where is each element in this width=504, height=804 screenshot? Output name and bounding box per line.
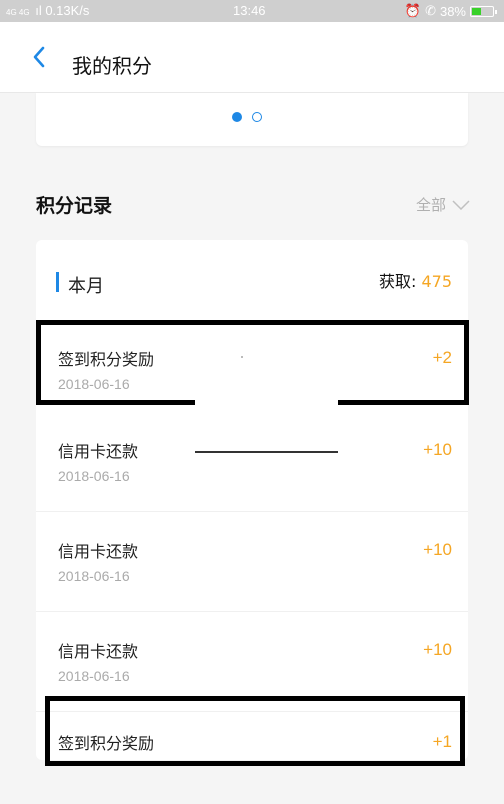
status-right: ⏰ ✆ 38% xyxy=(404,3,497,19)
record-row[interactable]: 信用卡还款 2018-06-16 +10 xyxy=(36,612,468,712)
status-time: 13:46 xyxy=(233,3,266,18)
month-marker xyxy=(56,272,59,292)
carousel-dot-active[interactable] xyxy=(232,112,242,122)
earned-label: 获取: xyxy=(378,272,417,291)
records-section-title: 积分记录 xyxy=(36,195,113,217)
record-label: 信用卡还款 xyxy=(58,642,139,661)
record-points: +2 xyxy=(432,348,452,367)
record-points: +10 xyxy=(423,440,452,459)
filter-dropdown[interactable]: 全部 xyxy=(416,194,470,215)
highlight-box-gap xyxy=(195,390,338,412)
chevron-down-icon xyxy=(452,199,470,210)
record-points: +10 xyxy=(423,640,452,659)
month-label: 本月 xyxy=(68,276,104,297)
chevron-left-icon xyxy=(33,46,45,68)
record-date: 2018-06-16 xyxy=(58,668,130,684)
battery-icon xyxy=(470,5,497,17)
network-speed: 0.13K/s xyxy=(45,3,90,18)
record-row[interactable]: 信用卡还款 2018-06-16 +10 xyxy=(36,512,468,612)
record-points: +10 xyxy=(423,540,452,559)
hd-call-icon: ✆ xyxy=(425,3,436,18)
record-row[interactable]: 信用卡还款 2018-06-16 +10 xyxy=(36,412,468,512)
speck xyxy=(241,356,243,358)
alarm-icon: ⏰ xyxy=(404,3,422,18)
record-date: 2018-06-16 xyxy=(58,568,130,584)
earned-value: 475 xyxy=(421,272,452,291)
record-date: 2018-06-16 xyxy=(58,468,130,484)
status-bar: 4G 4G ıl 0.13K/s 13:46 ⏰ ✆ 38% xyxy=(0,0,504,22)
battery-percent: 38% xyxy=(439,3,466,19)
earned-summary: 获取: 475 xyxy=(379,268,452,292)
carousel-dot[interactable] xyxy=(252,112,262,122)
status-left: 4G 4G ıl 0.13K/s xyxy=(6,3,89,18)
annotation-line xyxy=(195,451,338,453)
filter-label: 全部 xyxy=(415,196,446,214)
record-date: 2018-06-16 xyxy=(58,376,130,392)
record-label: 签到积分奖励 xyxy=(58,734,155,753)
page-title: 我的积分 xyxy=(72,54,152,78)
network-type-label: 4G 4G xyxy=(6,8,30,17)
app-header: 我的积分 xyxy=(0,22,504,93)
records-card: 本月 获取: 475 签到积分奖励 2018-06-16 +2 信用卡还款 20… xyxy=(36,240,468,760)
points-carousel xyxy=(36,93,468,146)
back-button[interactable] xyxy=(32,46,46,68)
signal-icon: ıl xyxy=(35,3,42,18)
record-label: 签到积分奖励 xyxy=(58,350,155,369)
record-label: 信用卡还款 xyxy=(58,542,139,561)
record-points: +1 xyxy=(432,732,452,751)
record-label: 信用卡还款 xyxy=(58,442,139,461)
record-row[interactable]: 签到积分奖励 +1 xyxy=(36,704,468,804)
